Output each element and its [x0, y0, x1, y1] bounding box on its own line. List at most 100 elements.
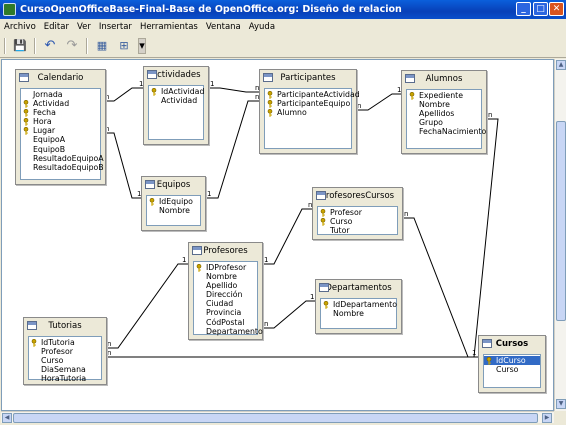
field-list[interactable]: IdEquipo Nombre	[146, 195, 201, 226]
field-list[interactable]: Profesor Curso Tutor	[317, 206, 398, 235]
field-row[interactable]: Actividad	[149, 96, 203, 105]
field-row[interactable]: Profesor	[29, 347, 101, 356]
field-row[interactable]: Fecha	[21, 108, 100, 117]
field-row[interactable]: Actividad	[21, 99, 100, 108]
table-header[interactable]: Actividades	[144, 67, 208, 83]
field-row[interactable]: Alumno	[265, 108, 351, 117]
field-row[interactable]: Hora	[21, 117, 100, 126]
table-cursos[interactable]: Cursos IdCurso Curso	[478, 335, 546, 393]
field-list[interactable]: ParticipanteActividad ParticipanteEquipo A…	[264, 88, 360, 149]
field-list[interactable]: Expediente Nombre Apellidos Grupo FechaNacim…	[406, 89, 486, 149]
new-table-icon[interactable]: ▦	[94, 38, 110, 54]
field-row[interactable]: Provincia	[194, 308, 257, 317]
scroll-left-icon[interactable]: ◀	[2, 413, 12, 423]
undo-icon[interactable]: ↶	[42, 38, 58, 54]
table-actividades[interactable]: Actividades IdActividad Actividad	[143, 66, 209, 145]
field-row[interactable]: Ciudad	[194, 299, 257, 308]
field-list[interactable]: Jornada Actividad Fecha Hora Lugar EquipoA Equ…	[20, 88, 104, 180]
field-row[interactable]: IdEquipo	[147, 197, 200, 206]
field-row[interactable]: Nombre	[147, 206, 200, 215]
primary-key-icon	[320, 217, 326, 226]
field-row[interactable]: FechaNacimiento	[407, 127, 486, 136]
field-row[interactable]: EquipoB	[21, 145, 100, 154]
field-row[interactable]: Profesor	[318, 208, 397, 217]
field-row[interactable]: Lugar	[21, 126, 100, 135]
redo-icon[interactable]: ↷	[64, 38, 80, 54]
field-row[interactable]: IdTutoria	[29, 338, 101, 347]
close-button[interactable]: ✕	[549, 2, 564, 16]
scroll-thumb[interactable]	[556, 121, 566, 321]
table-tutorias[interactable]: Tutorias IdTutoria Profesor Curso DiaSemana…	[23, 317, 107, 385]
table-profesores[interactable]: Profesores IDProfesor Nombre Apellido Direc…	[188, 242, 263, 340]
field-row[interactable]: EquipoA	[21, 135, 100, 144]
field-row[interactable]: IdActividad	[149, 87, 204, 96]
vertical-scrollbar[interactable]: ▲ ▼	[554, 59, 566, 411]
field-row[interactable]: Curso	[484, 365, 540, 374]
menu-ver[interactable]: Ver	[77, 22, 91, 32]
table-icon	[316, 191, 326, 200]
horizontal-scrollbar[interactable]: ◀ ▶	[1, 411, 554, 423]
field-row[interactable]: ResultadoEquipoA	[21, 154, 104, 163]
field-list[interactable]: IdTutoria Profesor Curso DiaSemana HoraTutor…	[28, 336, 102, 383]
field-row[interactable]: IDProfesor	[194, 263, 257, 272]
toolbar-options-icon[interactable]: ▾	[138, 37, 146, 54]
field-row[interactable]: Departamento	[194, 327, 263, 336]
scroll-right-icon[interactable]: ▶	[542, 413, 552, 423]
menu-insertar[interactable]: Insertar	[99, 22, 132, 32]
relations-canvas[interactable]: n 1 n 1 1 n 1 n 1 n 1 n 1 n 1 n 1 n n n …	[1, 59, 554, 411]
field-row[interactable]: HoraTutoria	[29, 374, 101, 383]
table-participantes[interactable]: Participantes ParticipanteActividad Parti…	[259, 69, 360, 154]
table-alumnos[interactable]: Alumnos Expediente Nombre Apellidos Grupo Fe…	[401, 70, 487, 154]
field-row[interactable]: IdDepartamento	[321, 300, 397, 309]
table-calendario[interactable]: Calendario Jornada Actividad Fecha Hora Luga…	[15, 69, 106, 185]
field-row[interactable]: CódPostal	[194, 318, 257, 327]
save-icon[interactable]: 💾	[12, 38, 28, 54]
table-header[interactable]: Tutorias	[24, 318, 106, 334]
field-row[interactable]: Jornada	[21, 90, 100, 99]
new-relation-icon[interactable]: ⊞	[116, 38, 132, 54]
table-header[interactable]: Alumnos	[402, 71, 486, 87]
field-list[interactable]: IdActividad Actividad	[148, 85, 204, 140]
menu-ventana[interactable]: Ventana	[206, 22, 241, 32]
field-row[interactable]: Nombre	[407, 100, 481, 109]
menu-herramientas[interactable]: Herramientas	[140, 22, 198, 32]
menu-archivo[interactable]: Archivo	[4, 22, 36, 32]
field-row[interactable]: Apellido	[194, 281, 257, 290]
field-row[interactable]: Dirección	[194, 290, 257, 299]
table-header[interactable]: Calendario	[16, 70, 105, 86]
field-row[interactable]: Curso	[29, 356, 101, 365]
field-row[interactable]: ParticipanteActividad	[265, 90, 360, 99]
maximize-button[interactable]: □	[533, 2, 548, 16]
field-row[interactable]: DiaSemana	[29, 365, 101, 374]
field-row[interactable]: Tutor	[318, 226, 397, 235]
menu-ayuda[interactable]: Ayuda	[249, 22, 275, 32]
field-list[interactable]: IdDepartamento Nombre	[320, 298, 397, 329]
field-row[interactable]: Apellidos	[407, 109, 481, 118]
field-row[interactable]: IdCurso	[484, 356, 540, 366]
table-header[interactable]: Cursos	[479, 336, 545, 352]
table-equipos[interactable]: Equipos IdEquipo Nombre	[141, 176, 206, 231]
relation-line	[402, 217, 481, 358]
table-departamentos[interactable]: Departamentos IdDepartamento Nombre	[315, 279, 402, 334]
field-list[interactable]: IDProfesor Nombre Apellido Dirección Ciudad P…	[193, 261, 263, 336]
scroll-down-icon[interactable]: ▼	[556, 399, 566, 409]
table-header[interactable]: ProfesoresCursos	[313, 188, 402, 204]
menu-editar[interactable]: Editar	[44, 22, 69, 32]
field-row[interactable]: Curso	[318, 217, 397, 226]
field-row[interactable]: ParticipanteEquipo	[265, 99, 351, 108]
scroll-up-icon[interactable]: ▲	[556, 60, 566, 70]
table-profesorescursos[interactable]: ProfesoresCursos Profesor Curso Tutor	[312, 187, 403, 240]
table-header[interactable]: Profesores	[189, 243, 262, 259]
minimize-button[interactable]: _	[516, 2, 531, 16]
field-list[interactable]: IdCurso Curso	[483, 354, 541, 388]
field-row[interactable]: Grupo	[407, 118, 481, 127]
table-header[interactable]: Departamentos	[316, 280, 401, 296]
field-row[interactable]: Nombre	[321, 309, 396, 318]
field-name: Hora	[33, 117, 52, 127]
scroll-thumb[interactable]	[13, 413, 538, 423]
field-row[interactable]: Nombre	[194, 272, 257, 281]
field-row[interactable]: Expediente	[407, 91, 481, 100]
field-row[interactable]: ResultadoEquipoB	[21, 163, 104, 172]
table-header[interactable]: Participantes	[260, 70, 356, 86]
table-header[interactable]: Equipos	[142, 177, 205, 193]
